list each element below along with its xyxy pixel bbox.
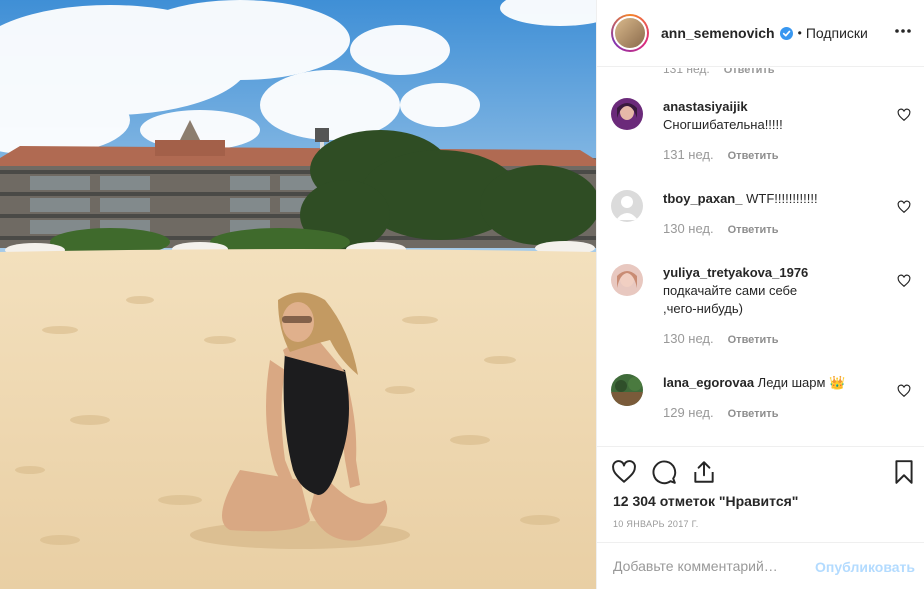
commenter-avatar[interactable] xyxy=(611,264,643,296)
comment-bubble-icon[interactable] xyxy=(651,459,677,485)
add-comment-input[interactable] xyxy=(613,558,813,574)
comment-text: Леди шарм 👑 xyxy=(757,375,846,390)
verified-badge-icon xyxy=(779,26,793,40)
header-separator: • xyxy=(797,26,802,40)
post-photo[interactable] xyxy=(0,0,596,589)
comment-item: yuliya_tretyakova_1976 подкачайте сами с… xyxy=(611,264,911,349)
like-comment-heart-icon[interactable] xyxy=(897,200,911,214)
comments-list[interactable]: 131 нед. Ответить anastasiyaijik Сногшиба… xyxy=(597,68,924,446)
post-actions: 12 304 отметок "Нравится" 10 ЯНВАРЬ 2017… xyxy=(597,446,924,542)
author-avatar[interactable] xyxy=(611,14,649,52)
post-sidebar: ann_semenovich • Подписки 131 нед. Ответи… xyxy=(596,0,924,589)
likes-count[interactable]: 12 304 отметок "Нравится" xyxy=(613,493,798,509)
reply-button[interactable]: Ответить xyxy=(728,224,779,236)
comment-item: anastasiyaijik Сногшибательна!!!!! 131 н… xyxy=(611,98,911,165)
comment-text: WTF!!!!!!!!!!!! xyxy=(746,191,818,206)
comment-time: 129 нед. xyxy=(663,405,714,420)
reply-button[interactable]: Ответить xyxy=(728,408,779,420)
like-heart-icon[interactable] xyxy=(611,459,637,485)
commenter-avatar[interactable] xyxy=(611,98,643,130)
commenter-username[interactable]: yuliya_tretyakova_1976 xyxy=(663,264,883,282)
commenter-username[interactable]: tboy_paxan_ xyxy=(663,191,742,206)
reply-button[interactable]: Ответить xyxy=(728,150,779,162)
commenter-username[interactable]: anastasiyaijik xyxy=(663,98,883,116)
comment-time: 131 нед. xyxy=(663,147,714,162)
like-comment-heart-icon[interactable] xyxy=(897,108,911,122)
comment-time: 130 нед. xyxy=(663,331,714,346)
more-options-icon[interactable] xyxy=(893,21,913,41)
comment-text: Сногшибательна!!!!! xyxy=(663,117,783,132)
commenter-avatar[interactable] xyxy=(611,374,643,406)
commenter-avatar[interactable] xyxy=(611,190,643,222)
bookmark-save-icon[interactable] xyxy=(891,459,917,485)
comment-time: 131 нед. xyxy=(663,68,710,76)
reply-button[interactable]: Ответить xyxy=(724,68,775,76)
comment-time: 130 нед. xyxy=(663,221,714,236)
comment-item: lana_egorovaa Леди шарм 👑 129 нед. Ответи… xyxy=(611,374,911,423)
post-date: 10 ЯНВАРЬ 2017 Г. xyxy=(613,519,699,529)
add-comment-bar: Опубликовать xyxy=(597,542,924,589)
reply-button[interactable]: Ответить xyxy=(728,334,779,346)
publish-button[interactable]: Опубликовать xyxy=(815,559,915,575)
following-button[interactable]: Подписки xyxy=(806,25,868,41)
comment-text: подкачайте сами себе ,чего-нибудь) xyxy=(663,283,798,316)
comment-item: tboy_paxan_ WTF!!!!!!!!!!!! 130 нед. Отве… xyxy=(611,190,911,239)
author-username[interactable]: ann_semenovich xyxy=(661,25,775,41)
share-upload-icon[interactable] xyxy=(691,459,717,485)
like-comment-heart-icon[interactable] xyxy=(897,274,911,288)
post-header: ann_semenovich • Подписки xyxy=(597,0,924,67)
partial-comment-meta: 131 нед. Ответить xyxy=(663,68,775,76)
like-comment-heart-icon[interactable] xyxy=(897,384,911,398)
commenter-username[interactable]: lana_egorovaa xyxy=(663,375,754,390)
beach-photo xyxy=(0,0,596,589)
